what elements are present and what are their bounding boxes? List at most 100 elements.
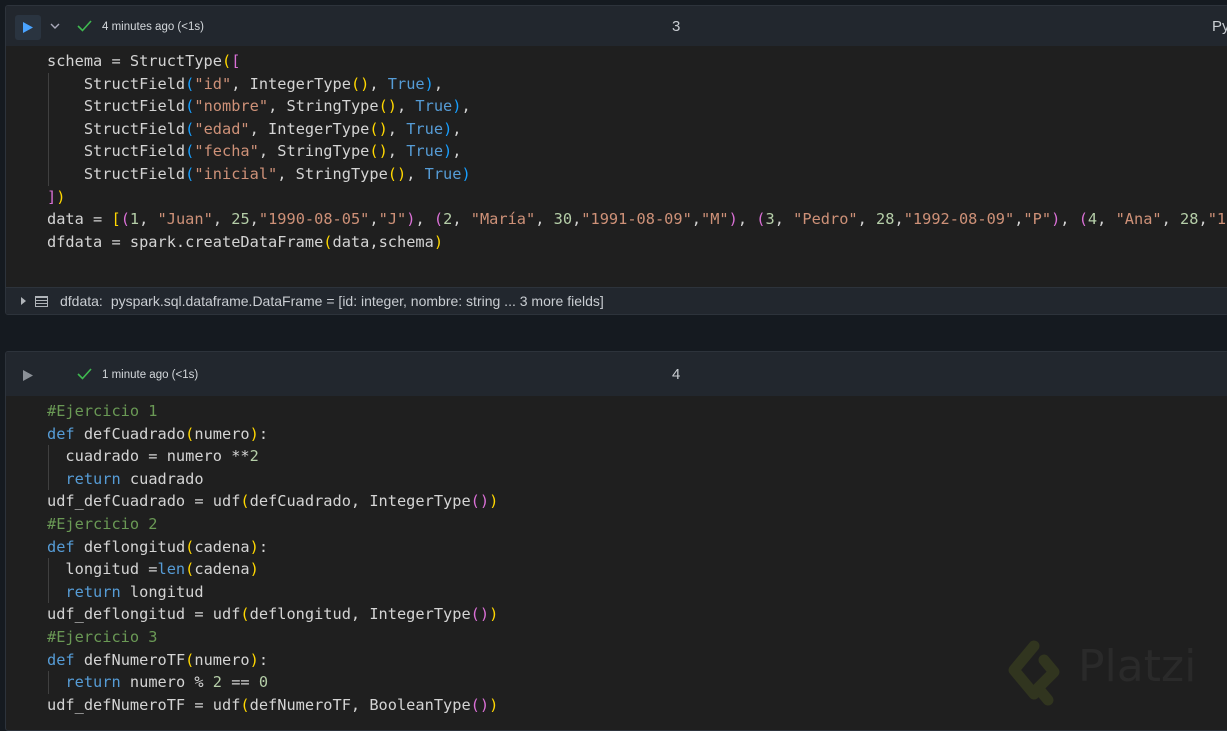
- code-line[interactable]: dfdata = spark.createDataFrame(data,sche…: [6, 231, 1227, 254]
- indent-guide: [48, 162, 49, 186]
- code-token: (: [120, 210, 130, 229]
- code-token: ): [424, 74, 434, 93]
- code-token: , StringType: [268, 97, 379, 116]
- code-line[interactable]: udf_defCuadrado = udf(defCuadrado, Integ…: [6, 490, 1227, 513]
- notebook-cell-3[interactable]: 4 minutes ago (<1s) 3 Py schema = Struct…: [5, 5, 1227, 315]
- code-token: deflongitud, IntegerType: [249, 605, 471, 624]
- code-line[interactable]: ]): [6, 186, 1227, 209]
- code-token: (): [470, 695, 490, 714]
- code-token: len: [157, 560, 186, 579]
- code-token: "Ana": [1115, 210, 1162, 229]
- code-token: "1990-08-05": [258, 210, 370, 229]
- code-editor[interactable]: schema = StructType([ StructField("id", …: [6, 46, 1227, 253]
- code-token: StructField: [47, 164, 186, 183]
- code-line[interactable]: #Ejercicio 2: [6, 513, 1227, 536]
- indent-guide: [48, 95, 49, 118]
- code-token: ): [249, 537, 259, 556]
- code-token: 3: [765, 210, 775, 229]
- code-token: (: [433, 210, 444, 229]
- indent-guide: [48, 72, 49, 96]
- code-line[interactable]: udf_deflongitud = udf(deflongitud, Integ…: [6, 603, 1227, 626]
- code-token: (: [240, 605, 250, 624]
- code-token: ,: [774, 210, 794, 229]
- code-token: (): [470, 492, 490, 511]
- code-token: [: [231, 52, 241, 70]
- code-token: udf_defNumeroTF = udf: [47, 695, 241, 714]
- code-line[interactable]: StructField("id", IntegerType(), True),: [6, 72, 1227, 96]
- indent-guide: [48, 467, 49, 491]
- execution-status: 4 minutes ago (<1s): [102, 21, 204, 33]
- code-token: ): [249, 560, 259, 579]
- code-token: defCuadrado, IntegerType: [249, 492, 471, 511]
- code-line[interactable]: StructField("nombre", StringType(), True…: [6, 95, 1227, 118]
- code-token: (): [350, 74, 370, 93]
- code-token: numero: [194, 424, 250, 443]
- code-token: udf_defCuadrado = udf: [47, 492, 241, 511]
- code-token: return: [47, 582, 121, 601]
- code-token: , IntegerType: [231, 74, 351, 93]
- code-token: ): [1051, 210, 1061, 229]
- code-token: ,: [737, 210, 757, 229]
- code-line[interactable]: def defCuadrado(numero):: [6, 423, 1227, 446]
- code-line[interactable]: return longitud: [6, 580, 1227, 604]
- code-token: ,: [1161, 210, 1181, 229]
- code-token: (): [470, 605, 490, 624]
- code-token: ): [433, 232, 444, 251]
- code-token: (): [369, 119, 388, 138]
- cell-header: 1 minute ago (<1s) 4: [6, 352, 1227, 396]
- code-token: #Ejercicio 3: [47, 627, 158, 646]
- code-token: , IntegerType: [249, 119, 370, 138]
- code-token: 1: [129, 210, 140, 229]
- code-token: ,: [249, 210, 259, 229]
- code-token: 28: [876, 210, 895, 229]
- code-token: ): [728, 210, 738, 229]
- code-token: "Juan": [157, 210, 213, 229]
- code-token: True: [406, 142, 444, 161]
- code-token: (: [240, 492, 250, 511]
- chevron-down-icon[interactable]: [49, 20, 61, 32]
- code-token: dfdata = spark.createDataFrame: [47, 232, 324, 251]
- code-line[interactable]: return cuadrado: [6, 467, 1227, 491]
- run-cell-button[interactable]: [15, 15, 41, 40]
- play-icon: [23, 370, 33, 381]
- code-token: ,: [415, 210, 434, 229]
- code-token: StructField: [47, 97, 186, 116]
- code-line[interactable]: StructField("edad", IntegerType(), True)…: [6, 117, 1227, 141]
- code-line[interactable]: StructField("inicial", StringType(), Tru…: [6, 162, 1227, 186]
- code-token: StructField: [47, 119, 186, 138]
- code-token: (: [185, 74, 195, 93]
- code-token: ,: [1060, 210, 1079, 229]
- code-token: ,: [452, 142, 462, 161]
- code-token: 4: [1087, 210, 1098, 229]
- code-token: ): [249, 424, 259, 443]
- code-token: longitud: [120, 582, 204, 601]
- code-token: deflongitud: [74, 537, 186, 556]
- code-token: udf_deflongitud = udf: [47, 605, 241, 624]
- code-token: ,: [1097, 210, 1116, 229]
- code-token: StructField: [47, 142, 186, 161]
- code-line[interactable]: #Ejercicio 1: [6, 400, 1227, 423]
- code-line[interactable]: StructField("fecha", StringType(), True)…: [6, 140, 1227, 163]
- code-token: ,: [387, 142, 407, 161]
- code-token: :: [258, 650, 269, 669]
- code-token: ,: [452, 210, 471, 229]
- code-token: "edad": [194, 119, 250, 138]
- code-token: ,: [452, 119, 462, 138]
- code-token: return: [47, 673, 121, 692]
- code-line[interactable]: schema = StructType([: [6, 50, 1227, 73]
- code-line[interactable]: cuadrado = numero **2: [6, 445, 1227, 468]
- code-line[interactable]: def deflongitud(cadena):: [6, 536, 1227, 559]
- code-token: , StringType: [258, 142, 370, 161]
- run-cell-button[interactable]: [15, 363, 41, 388]
- code-token: (: [185, 650, 195, 669]
- code-token: def: [47, 537, 75, 556]
- code-token: defCuadrado: [74, 424, 186, 443]
- expand-triangle-icon[interactable]: [21, 297, 26, 305]
- code-token: cadena: [194, 537, 250, 556]
- cell-language[interactable]: Py: [1212, 18, 1227, 35]
- code-line[interactable]: longitud =len(cadena): [6, 558, 1227, 581]
- code-line[interactable]: data = [(1, "Juan", 25,"1990-08-05","J")…: [6, 208, 1227, 231]
- cell-header: 4 minutes ago (<1s) 3 Py: [6, 6, 1227, 46]
- cell-number: 3: [672, 18, 681, 35]
- code-token: ,: [139, 210, 158, 229]
